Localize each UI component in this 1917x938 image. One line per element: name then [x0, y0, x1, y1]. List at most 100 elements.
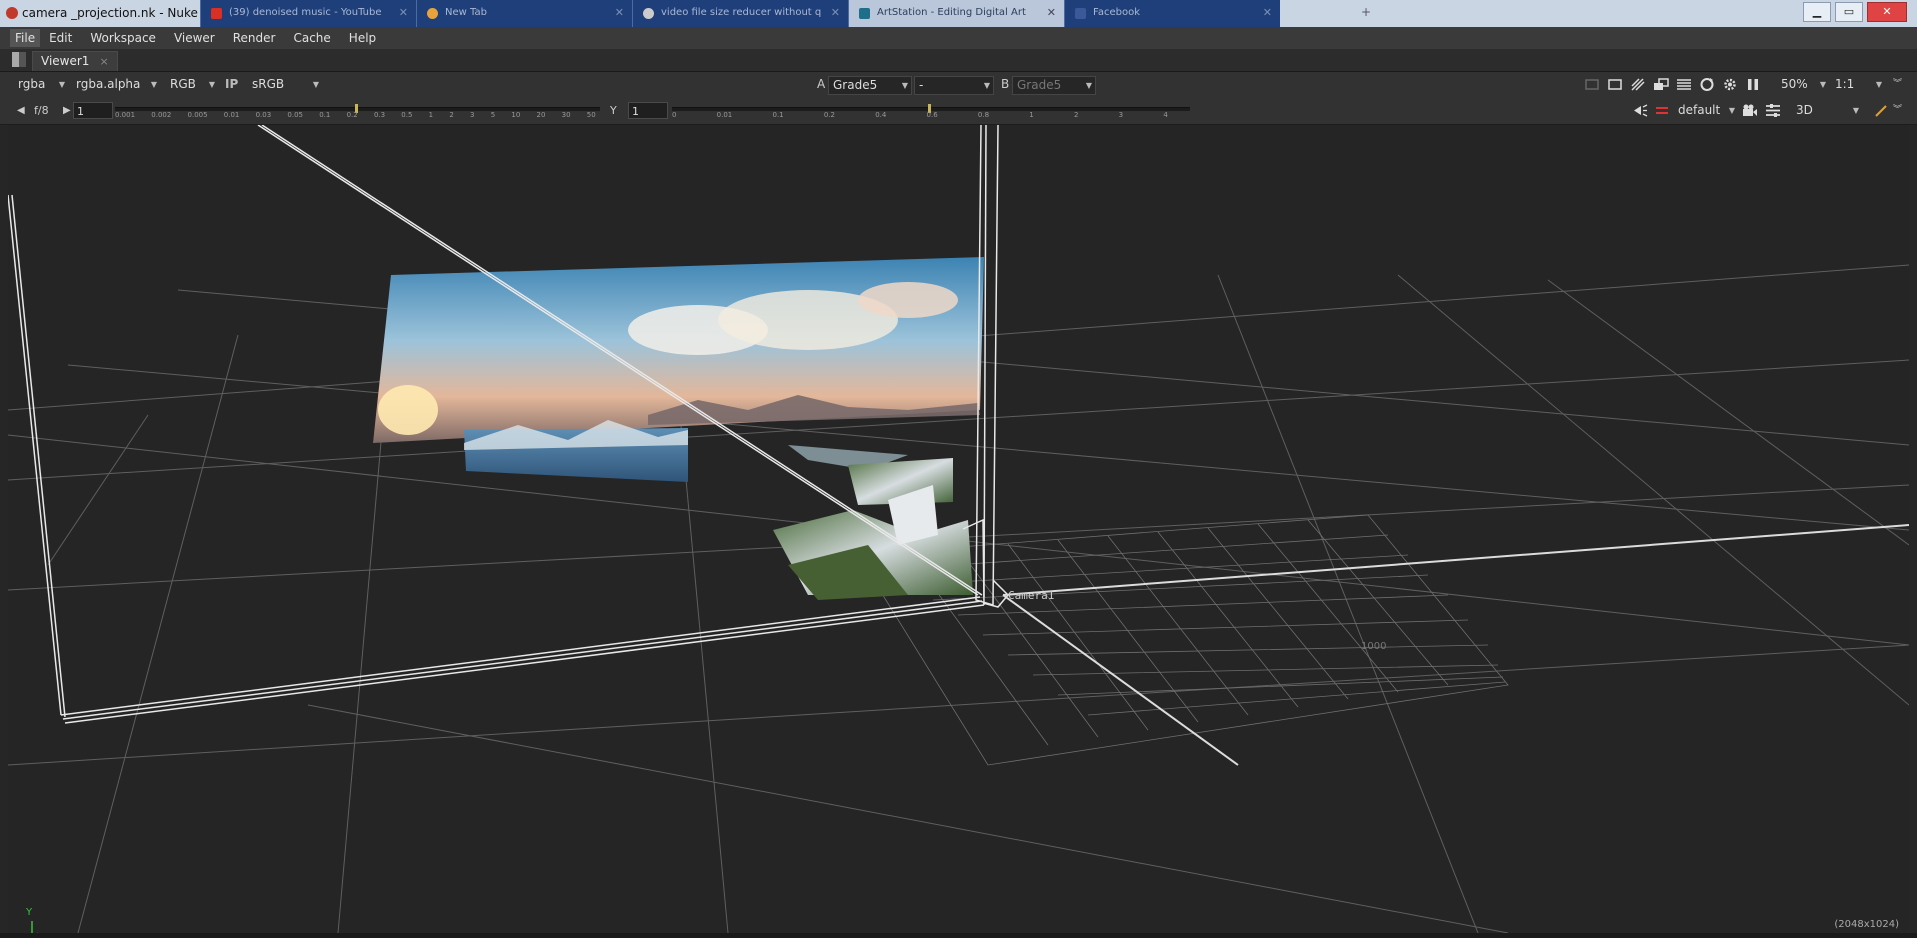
axis-gizmo-icon — [31, 921, 38, 933]
viewer-toolbar-top: rgba ▼ rgba.alpha ▼ RGB ▼ IP sRGB ▼ A Grade5… — [0, 72, 1917, 98]
new-tab-button[interactable]: + — [1357, 5, 1375, 21]
maximize-button[interactable]: ▭ — [1835, 2, 1863, 22]
camera-dropdown[interactable]: default ▼ — [1674, 102, 1738, 119]
input-b-label: B — [1001, 77, 1010, 91]
tab-label: Viewer1 — [41, 54, 90, 68]
window-controls: ▁ ▭ ✕ — [1803, 2, 1907, 22]
fstop-label: f/8 — [34, 104, 49, 117]
safe-area-icon[interactable] — [1607, 77, 1623, 92]
interactive-lock-icon[interactable] — [1654, 103, 1670, 118]
expand-toolbar-icon[interactable]: ︾ — [1893, 76, 1902, 93]
chevron-down-icon: ▼ — [58, 80, 65, 89]
browser-tab-label: video file size reducer without q — [661, 7, 822, 18]
chevron-down-icon: ▼ — [208, 80, 215, 89]
gain-slider[interactable]: 0.001 0.002 0.005 0.01 0.03 0.05 0.1 0.2… — [115, 104, 600, 120]
chevron-down-icon: ▼ — [1085, 81, 1092, 90]
window-bottom-edge — [0, 933, 1917, 938]
refresh-icon[interactable] — [1699, 77, 1715, 92]
pane-tab-bar: Viewer1 × — [0, 49, 1917, 72]
scene-canvas: Camera1 — [8, 125, 1909, 933]
artstation-icon — [859, 8, 870, 19]
menu-viewer[interactable]: Viewer — [165, 29, 224, 47]
browser-tab[interactable]: video file size reducer without q ✕ — [632, 0, 848, 27]
gain-input[interactable]: 1 — [73, 102, 113, 119]
overlay-icon[interactable] — [1653, 77, 1669, 92]
paint-brush-icon[interactable] — [1873, 103, 1889, 118]
menu-workspace[interactable]: Workspace — [81, 29, 165, 47]
gamma-input[interactable]: 1 — [628, 102, 668, 119]
chevron-down-icon: ▼ — [1728, 106, 1735, 115]
globe-icon — [643, 8, 654, 19]
fstop-down-icon[interactable]: ◀ — [17, 102, 25, 119]
chevron-down-icon: ▼ — [312, 80, 319, 89]
browser-tab-label: (39) denoised music - YouTube — [229, 7, 382, 18]
zebra-icon[interactable] — [1630, 77, 1646, 92]
gamma-slider[interactable]: 0 0.01 0.1 0.2 0.4 0.6 0.8 1 2 3 4 — [672, 104, 1190, 120]
expand-toolbar-icon[interactable]: ︾ — [1893, 102, 1902, 119]
menu-help[interactable]: Help — [340, 29, 385, 47]
browser-tab-strip: (39) denoised music - YouTube ✕ New Tab … — [200, 0, 1357, 27]
view-mode-dropdown[interactable]: 3D ▼ — [1792, 102, 1862, 119]
fstop-up-icon[interactable]: ▶ — [63, 102, 71, 119]
zoom-dropdown[interactable]: 50% ▼ — [1777, 76, 1829, 93]
menu-file[interactable]: File — [10, 29, 41, 47]
input-a-dropdown[interactable]: Grade5 ▼ — [828, 76, 912, 95]
close-tab-icon[interactable]: × — [99, 55, 108, 68]
roi-icon[interactable] — [1584, 77, 1600, 92]
window-title-bar: camera _projection.nk - Nuke (39) denois… — [0, 0, 1917, 27]
axis-y-label: Y — [26, 907, 33, 918]
gamma-label: Y — [610, 104, 617, 117]
close-icon[interactable]: ✕ — [831, 6, 840, 19]
minimize-button[interactable]: ▁ — [1803, 2, 1831, 22]
object-label-camera: Camera1 — [1008, 589, 1054, 602]
pane-menu-icon[interactable] — [12, 52, 26, 67]
tab-viewer1[interactable]: Viewer1 × — [32, 51, 118, 71]
channels-dropdown[interactable]: rgba ▼ — [14, 76, 68, 93]
terrain-fragments — [773, 445, 973, 600]
gamma-slider-ticks: 0 0.01 0.1 0.2 0.4 0.6 0.8 1 2 3 4 — [672, 111, 1168, 119]
browser-tab[interactable]: Facebook ✕ — [1064, 0, 1280, 27]
display-mode-dropdown[interactable]: RGB ▼ — [166, 76, 218, 93]
chevron-down-icon: ▼ — [1819, 80, 1826, 89]
proxy-dropdown[interactable]: 1:1 ▼ — [1831, 76, 1885, 93]
3d-viewport[interactable]: Camera1 1000 Y x (2048x1024) — [8, 125, 1909, 933]
close-window-button[interactable]: ✕ — [1867, 2, 1907, 22]
format-label: (2048x1024) — [1834, 919, 1899, 930]
close-icon[interactable]: ✕ — [399, 6, 408, 19]
menu-cache[interactable]: Cache — [284, 29, 339, 47]
window-title: camera _projection.nk - Nuke — [22, 6, 198, 20]
browser-tab-label: Facebook — [1093, 7, 1140, 18]
menu-render[interactable]: Render — [224, 29, 285, 47]
ip-toggle[interactable]: IP — [225, 76, 238, 93]
gain-slider-ticks: 0.001 0.002 0.005 0.01 0.03 0.05 0.1 0.2… — [115, 111, 596, 119]
browser-tab-label: New Tab — [445, 7, 487, 18]
facebook-icon — [1075, 8, 1086, 19]
scene-graph-icon[interactable] — [1765, 103, 1781, 118]
close-icon[interactable]: ✕ — [1263, 6, 1272, 19]
gear-icon[interactable] — [1722, 77, 1738, 92]
chevron-down-icon: ▼ — [983, 81, 990, 90]
input-a-label: A — [817, 77, 826, 91]
close-icon[interactable]: ✕ — [615, 6, 624, 19]
chevron-down-icon: ▼ — [1875, 80, 1882, 89]
viewer-toolbar-bottom: ◀ f/8 ▶ 1 0.001 0.002 0.005 0.01 0.03 0.… — [0, 98, 1917, 125]
close-icon[interactable]: ✕ — [1047, 6, 1056, 19]
browser-tab[interactable]: New Tab ✕ — [416, 0, 632, 27]
sky-card — [373, 257, 984, 443]
chevron-down-icon: ▼ — [901, 81, 908, 90]
pause-icon[interactable] — [1745, 77, 1761, 92]
menu-edit[interactable]: Edit — [40, 29, 81, 47]
chrome-icon — [427, 8, 438, 19]
browser-tab[interactable]: (39) denoised music - YouTube ✕ — [200, 0, 416, 27]
alpha-channel-dropdown[interactable]: rgba.alpha ▼ — [72, 76, 160, 93]
lut-dropdown[interactable]: sRGB ▼ — [248, 76, 322, 93]
chevron-down-icon: ▼ — [150, 80, 157, 89]
lights-icon[interactable] — [1632, 103, 1648, 118]
input-b-dropdown[interactable]: Grade5 ▼ — [1012, 76, 1096, 95]
composite-mode-dropdown[interactable]: - ▼ — [914, 76, 994, 95]
camera-icon[interactable] — [1742, 103, 1758, 118]
clipping-warning-icon[interactable] — [1676, 77, 1692, 92]
browser-tab-active[interactable]: ArtStation - Editing Digital Art ✕ — [848, 0, 1064, 27]
youtube-icon — [211, 8, 222, 19]
browser-tab-label: ArtStation - Editing Digital Art — [877, 7, 1026, 18]
